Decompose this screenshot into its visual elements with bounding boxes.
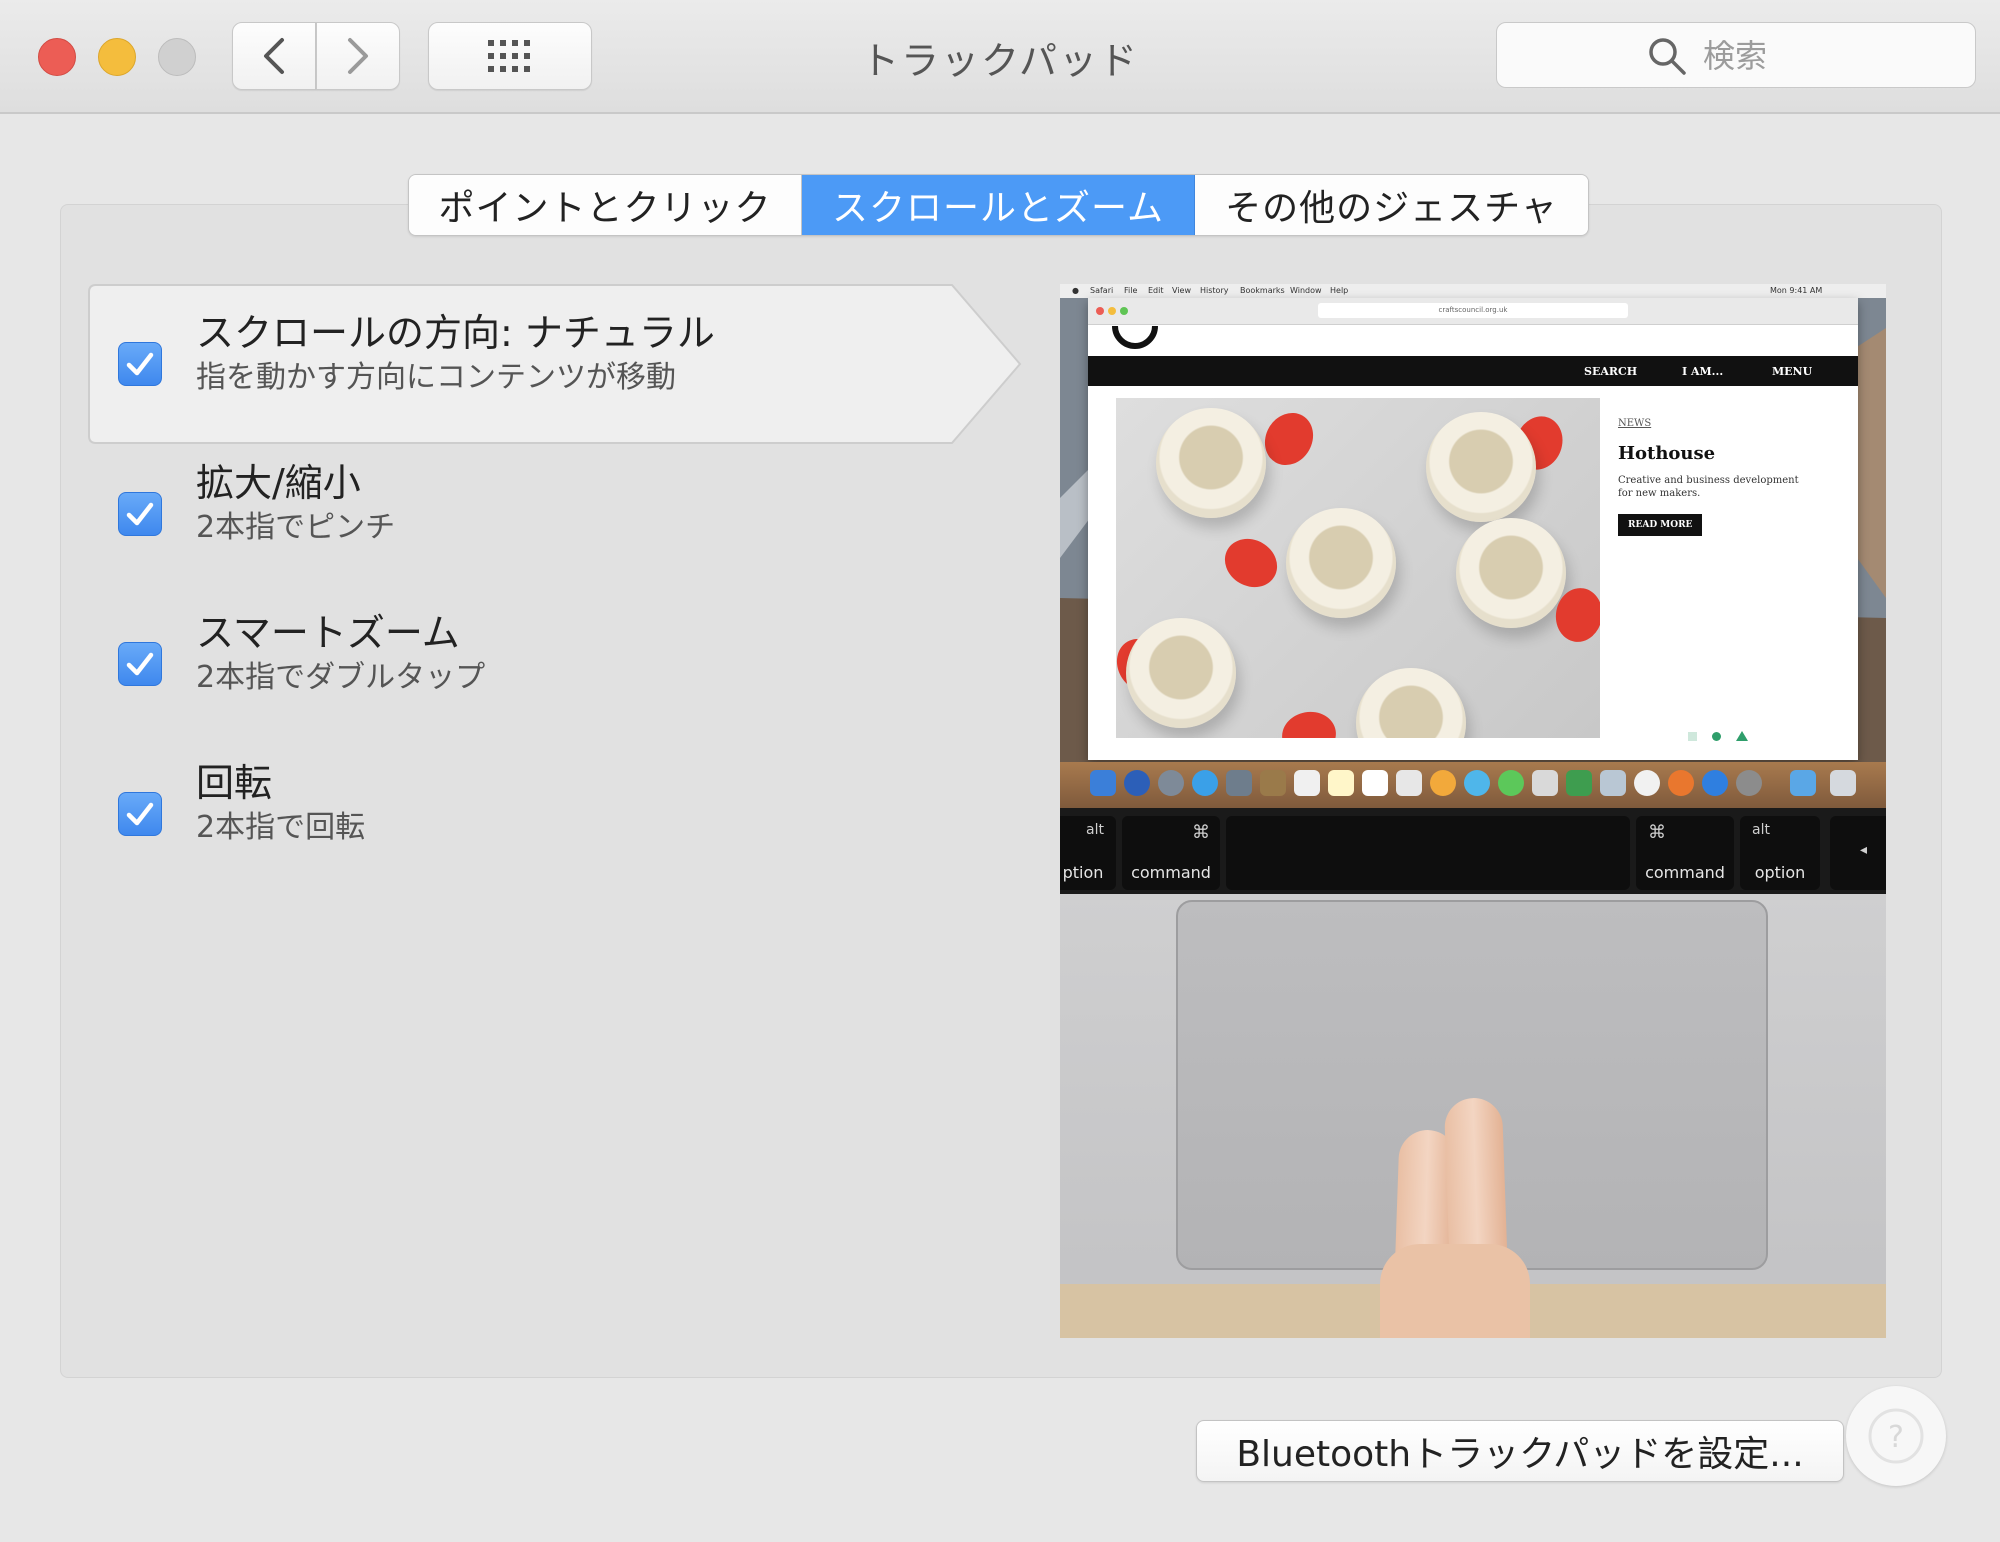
menubar-item: Safari [1090,286,1114,295]
window-titlebar: トラックパッド [0,0,2000,114]
menubar-item: File [1124,286,1138,295]
key-command-left: ⌘ command [1122,816,1220,890]
site-nav-search: SEARCH [1584,365,1638,378]
close-window-button[interactable] [38,38,76,76]
checkmark-icon [126,802,154,826]
svg-text:?: ? [1888,1420,1904,1455]
option-title: スマートズーム [196,611,460,655]
grid-icon [488,40,530,72]
menubar-item: History [1200,286,1229,295]
keyboard: alt ption ⌘ command ⌘ command alt option… [1060,808,1886,894]
option-subtitle: 2本指で回転 [196,810,366,845]
smart-zoom-checkbox[interactable] [118,642,162,686]
chevron-right-icon [348,38,368,74]
safari-toolbar: craftscouncil.org.uk [1088,298,1858,325]
site-navigation: SEARCH I AM... MENU [1088,356,1858,386]
back-button[interactable] [232,22,316,90]
tab-point-and-click[interactable]: ポイントとクリック [409,175,802,235]
read-more-button: READ MORE [1618,514,1703,536]
tab-bar: ポイントとクリック スクロールとズーム その他のジェスチャ [408,174,1589,236]
zoom-checkbox[interactable] [118,492,162,536]
option-title: 回転 [196,761,273,805]
option-title: 拡大/縮小 [196,461,361,505]
setup-bluetooth-trackpad-button[interactable]: Bluetoothトラックパッドを設定... [1196,1420,1844,1482]
gesture-preview-video: ● Safari File Edit View History Bookmark… [1060,284,1886,1338]
menubar-item: Window [1290,286,1322,295]
carousel-dots [1688,726,1749,745]
arrow-left-icon: ◂ [1860,842,1868,858]
key-command-right: ⌘ command [1636,816,1734,890]
mac-menubar: ● Safari File Edit View History Bookmark… [1060,284,1886,298]
zoom-window-button[interactable] [158,38,196,76]
option-subtitle: 2本指でピンチ [196,510,396,545]
scroll-direction-checkbox[interactable] [118,342,162,386]
minimize-window-button[interactable] [98,38,136,76]
mac-dock [1060,762,1886,808]
site-nav-menu: MENU [1772,365,1813,378]
tab-scroll-and-zoom[interactable]: スクロールとズーム [802,175,1195,235]
search-input[interactable] [1701,33,1955,79]
chevron-left-icon [264,38,284,74]
help-icon: ? [1868,1408,1924,1464]
option-subtitle: 指を動かす方向にコンテンツが移動 [196,360,676,395]
news-tag: NEWS [1618,418,1652,429]
option-subtitle: 2本指でダブルタップ [196,660,486,695]
safari-window: craftscouncil.org.uk SEARCH I AM... MENU… [1088,298,1858,760]
menubar-item: View [1172,286,1191,295]
key-option-right: alt option [1740,816,1820,890]
key-option-left: alt ption [1060,816,1116,890]
forward-button[interactable] [316,22,400,90]
site-nav-i-am: I AM... [1682,365,1724,378]
crafts-council-logo [1112,325,1158,349]
key-space [1226,816,1630,890]
menubar-item: Help [1330,286,1349,295]
option-title: スクロールの方向: ナチュラル [196,311,715,355]
address-bar: craftscouncil.org.uk [1318,303,1628,318]
article-photo [1116,398,1600,738]
menubar-clock: Mon 9:41 AM [1770,286,1823,295]
checkmark-icon [126,502,154,526]
help-button[interactable]: ? [1846,1386,1946,1486]
apple-icon: ● [1072,286,1079,295]
news-article: NEWS Hothouse Creative and business deve… [1618,418,1838,536]
show-all-button[interactable] [428,22,592,90]
checkmark-icon [126,652,154,676]
news-title: Hothouse [1618,443,1716,464]
checkmark-icon [126,352,154,376]
tab-more-gestures[interactable]: その他のジェスチャ [1195,175,1588,235]
window-title: トラックパッド [860,39,1140,83]
search-icon [1649,38,1686,75]
news-description: Creative and business development for ne… [1618,475,1799,499]
hand [1380,1244,1530,1338]
search-field[interactable] [1496,22,1976,88]
key-arrow-left: ◂ [1830,816,1886,890]
rotate-checkbox[interactable] [118,792,162,836]
menubar-item: Edit [1148,286,1164,295]
menubar-item: Bookmarks [1240,286,1285,295]
